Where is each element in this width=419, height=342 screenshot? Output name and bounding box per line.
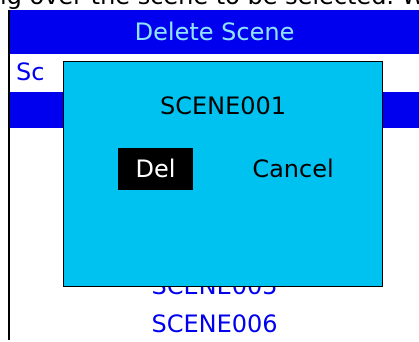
scene-list-item-label: SCENE006 <box>151 310 278 338</box>
dialog-scene-name: SCENE001 <box>159 92 287 120</box>
cancel-button[interactable]: Cancel <box>240 148 346 190</box>
delete-confirm-dialog: SCENE001 Del Cancel <box>63 61 383 287</box>
window-title-bar: Delete Scene <box>10 10 419 54</box>
top-caption: ig over the scene to be selected. W <box>0 0 419 10</box>
top-caption-text: ig over the scene to be selected. W <box>0 0 419 8</box>
del-button[interactable]: Del <box>118 148 193 190</box>
scene-list-item-label: Sc <box>16 58 45 86</box>
scene-list-item[interactable]: SCENE006 <box>10 306 419 342</box>
window-title: Delete Scene <box>134 18 295 46</box>
